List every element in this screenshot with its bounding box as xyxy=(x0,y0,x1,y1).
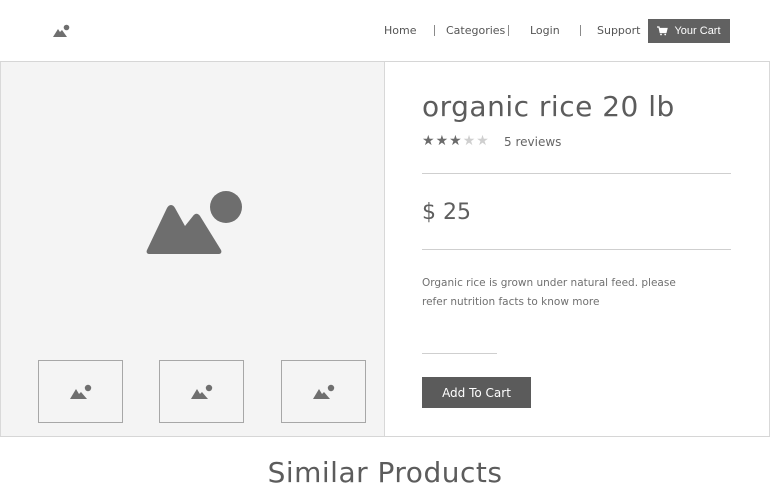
product-details: organic rice 20 lb ★ ★ ★ ★ ★ 5 reviews $ 25 … xyxy=(385,62,769,436)
reviews-link[interactable]: 5 reviews xyxy=(504,135,561,149)
divider xyxy=(422,353,497,354)
nav-divider xyxy=(434,25,435,36)
star-filled-icon: ★ xyxy=(435,133,449,149)
site-header: Home Categories Login Support Your Cart xyxy=(0,0,770,62)
image-icon xyxy=(69,384,91,399)
nav-home[interactable]: Home xyxy=(384,24,416,37)
product-description: Organic rice is grown under natural feed… xyxy=(422,277,676,308)
add-to-cart-button[interactable]: Add To Cart xyxy=(422,377,531,408)
your-cart-button[interactable]: Your Cart xyxy=(648,19,730,43)
rating-stars: ★ ★ ★ ★ ★ xyxy=(422,134,489,148)
divider xyxy=(422,173,731,174)
nav-login[interactable]: Login xyxy=(530,24,560,37)
thumbnail-2[interactable] xyxy=(159,360,244,423)
star-filled-icon: ★ xyxy=(422,133,435,149)
main-product-image-icon[interactable] xyxy=(145,190,243,258)
divider xyxy=(422,249,731,250)
nav-divider xyxy=(508,25,509,36)
star-empty-icon: ★ xyxy=(476,133,489,149)
product-price: $ 25 xyxy=(422,200,471,225)
product-title: organic rice 20 lb xyxy=(422,90,675,123)
image-icon xyxy=(312,384,334,399)
image-icon xyxy=(190,384,212,399)
nav-categories[interactable]: Categories xyxy=(446,24,505,37)
similar-products-section: Similar Products xyxy=(0,436,770,493)
nav-divider xyxy=(580,25,581,36)
cart-icon xyxy=(657,26,669,36)
nav-support[interactable]: Support xyxy=(597,24,640,37)
star-filled-icon: ★ xyxy=(449,133,462,149)
your-cart-label: Your Cart xyxy=(674,25,721,37)
thumbnail-1[interactable] xyxy=(38,360,123,423)
product-gallery xyxy=(1,62,385,436)
logo-image-icon[interactable] xyxy=(52,23,72,39)
star-empty-icon: ★ xyxy=(462,133,476,149)
similar-products-heading: Similar Products xyxy=(267,456,503,489)
thumbnail-3[interactable] xyxy=(281,360,366,423)
